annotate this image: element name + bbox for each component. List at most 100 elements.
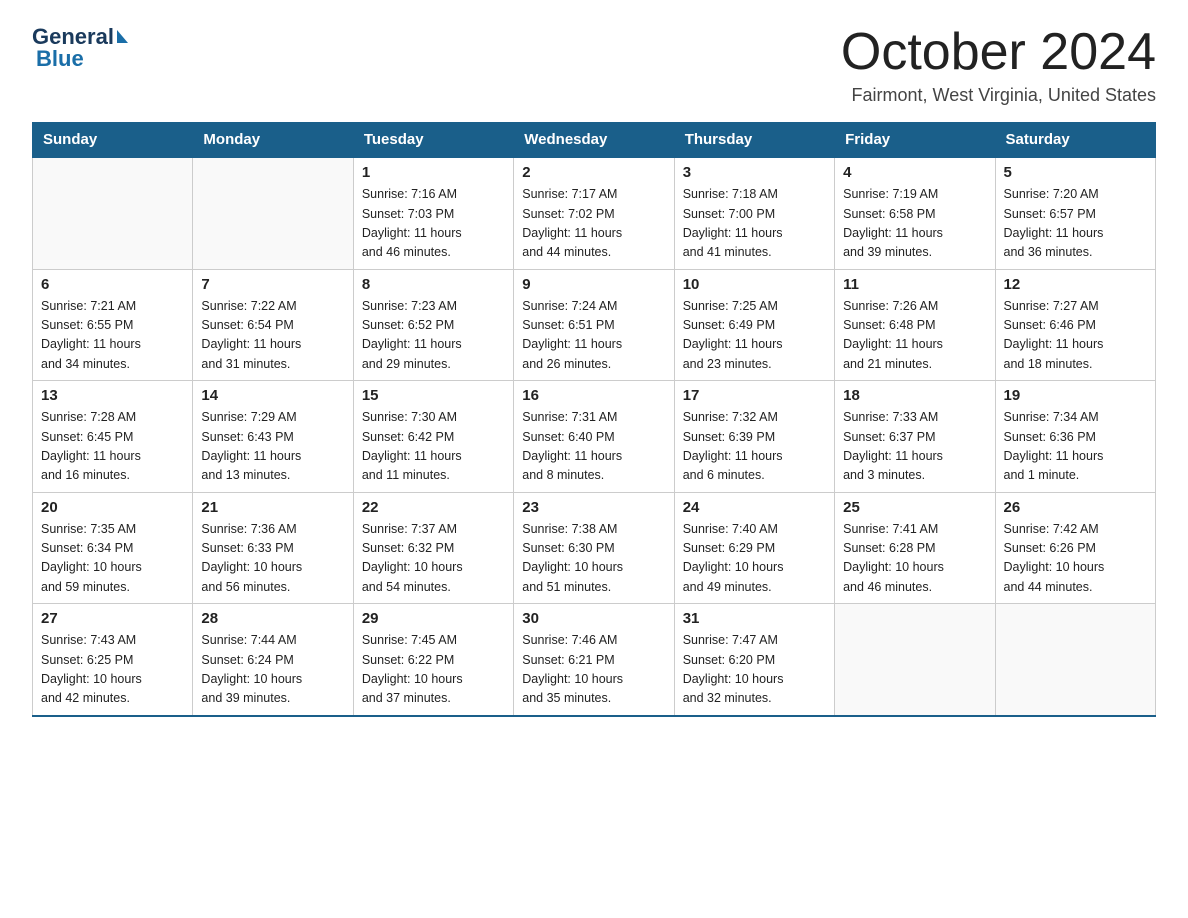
day-number: 25 (843, 499, 986, 516)
day-info: Sunrise: 7:47 AM Sunset: 6:20 PM Dayligh… (683, 631, 826, 709)
day-number: 24 (683, 499, 826, 516)
day-info: Sunrise: 7:37 AM Sunset: 6:32 PM Dayligh… (362, 520, 505, 598)
logo: General Blue (32, 24, 128, 72)
day-info: Sunrise: 7:32 AM Sunset: 6:39 PM Dayligh… (683, 408, 826, 486)
day-number: 28 (201, 610, 344, 627)
calendar-cell: 9Sunrise: 7:24 AM Sunset: 6:51 PM Daylig… (514, 269, 674, 381)
calendar-cell: 25 Sunrise: 7:41 AM Sunset: 6:28 PM Dayli… (835, 492, 995, 604)
day-info: Sunrise: 7:29 AM Sunset: 6:43 PM Dayligh… (201, 408, 344, 486)
day-info: Sunrise: 7:45 AM Sunset: 6:22 PM Dayligh… (362, 631, 505, 709)
calendar-cell: 2 Sunrise: 7:17 AM Sunset: 7:02 PM Daylig… (514, 157, 674, 269)
day-number: 30 (522, 610, 665, 627)
column-header-sunday: Sunday (33, 123, 193, 158)
day-number: 17 (683, 387, 826, 404)
column-header-monday: Monday (193, 123, 353, 158)
page-header: General Blue October 2024 Fairmont, West… (32, 24, 1156, 106)
calendar-header-row: SundayMondayTuesdayWednesdayThursdayFrid… (33, 123, 1156, 158)
day-number: 11 (843, 276, 986, 293)
day-number: 31 (683, 610, 826, 627)
day-info: Sunrise: 7:18 AM Sunset: 7:00 PM Dayligh… (683, 185, 826, 263)
calendar-cell: 7 Sunrise: 7:22 AM Sunset: 6:54 PM Daylig… (193, 269, 353, 381)
month-title: October 2024 (841, 24, 1156, 81)
column-header-friday: Friday (835, 123, 995, 158)
day-number: 1 (362, 164, 505, 181)
calendar-cell (835, 604, 995, 716)
calendar-week-row: 27Sunrise: 7:43 AM Sunset: 6:25 PM Dayli… (33, 604, 1156, 716)
day-info: Sunrise: 7:19 AM Sunset: 6:58 PM Dayligh… (843, 185, 986, 263)
title-area: October 2024 Fairmont, West Virginia, Un… (841, 24, 1156, 106)
calendar-week-row: 13 Sunrise: 7:28 AM Sunset: 6:45 PM Dayli… (33, 381, 1156, 493)
day-info: Sunrise: 7:33 AM Sunset: 6:37 PM Dayligh… (843, 408, 986, 486)
day-number: 7 (201, 276, 344, 293)
calendar-cell: 15Sunrise: 7:30 AM Sunset: 6:42 PM Dayli… (353, 381, 513, 493)
calendar-cell: 24 Sunrise: 7:40 AM Sunset: 6:29 PM Dayli… (674, 492, 834, 604)
day-number: 16 (522, 387, 665, 404)
day-info: Sunrise: 7:28 AM Sunset: 6:45 PM Dayligh… (41, 408, 184, 486)
day-number: 5 (1004, 164, 1147, 181)
calendar-cell: 22Sunrise: 7:37 AM Sunset: 6:32 PM Dayli… (353, 492, 513, 604)
column-header-wednesday: Wednesday (514, 123, 674, 158)
calendar-cell: 13 Sunrise: 7:28 AM Sunset: 6:45 PM Dayli… (33, 381, 193, 493)
column-header-tuesday: Tuesday (353, 123, 513, 158)
calendar-cell: 17 Sunrise: 7:32 AM Sunset: 6:39 PM Dayli… (674, 381, 834, 493)
day-info: Sunrise: 7:35 AM Sunset: 6:34 PM Dayligh… (41, 520, 184, 598)
calendar-cell: 21Sunrise: 7:36 AM Sunset: 6:33 PM Dayli… (193, 492, 353, 604)
day-info: Sunrise: 7:26 AM Sunset: 6:48 PM Dayligh… (843, 297, 986, 375)
day-number: 13 (41, 387, 184, 404)
day-number: 12 (1004, 276, 1147, 293)
day-info: Sunrise: 7:22 AM Sunset: 6:54 PM Dayligh… (201, 297, 344, 375)
logo-arrow-icon (117, 30, 128, 43)
logo-blue-text: Blue (36, 46, 84, 72)
calendar-cell: 16 Sunrise: 7:31 AM Sunset: 6:40 PM Dayli… (514, 381, 674, 493)
calendar-cell: 11 Sunrise: 7:26 AM Sunset: 6:48 PM Dayli… (835, 269, 995, 381)
day-info: Sunrise: 7:20 AM Sunset: 6:57 PM Dayligh… (1004, 185, 1147, 263)
day-number: 23 (522, 499, 665, 516)
calendar-cell (33, 157, 193, 269)
calendar-cell: 14 Sunrise: 7:29 AM Sunset: 6:43 PM Dayli… (193, 381, 353, 493)
day-number: 9 (522, 276, 665, 293)
calendar-week-row: 20 Sunrise: 7:35 AM Sunset: 6:34 PM Dayli… (33, 492, 1156, 604)
calendar-table: SundayMondayTuesdayWednesdayThursdayFrid… (32, 122, 1156, 717)
day-number: 6 (41, 276, 184, 293)
calendar-cell: 3 Sunrise: 7:18 AM Sunset: 7:00 PM Daylig… (674, 157, 834, 269)
day-info: Sunrise: 7:27 AM Sunset: 6:46 PM Dayligh… (1004, 297, 1147, 375)
day-info: Sunrise: 7:41 AM Sunset: 6:28 PM Dayligh… (843, 520, 986, 598)
day-number: 20 (41, 499, 184, 516)
day-info: Sunrise: 7:31 AM Sunset: 6:40 PM Dayligh… (522, 408, 665, 486)
day-info: Sunrise: 7:17 AM Sunset: 7:02 PM Dayligh… (522, 185, 665, 263)
calendar-cell: 5 Sunrise: 7:20 AM Sunset: 6:57 PM Daylig… (995, 157, 1155, 269)
calendar-cell: 29 Sunrise: 7:45 AM Sunset: 6:22 PM Dayli… (353, 604, 513, 716)
calendar-cell: 26 Sunrise: 7:42 AM Sunset: 6:26 PM Dayli… (995, 492, 1155, 604)
calendar-cell: 8Sunrise: 7:23 AM Sunset: 6:52 PM Daylig… (353, 269, 513, 381)
calendar-cell: 1Sunrise: 7:16 AM Sunset: 7:03 PM Daylig… (353, 157, 513, 269)
calendar-cell (995, 604, 1155, 716)
calendar-cell: 18 Sunrise: 7:33 AM Sunset: 6:37 PM Dayli… (835, 381, 995, 493)
calendar-cell: 19 Sunrise: 7:34 AM Sunset: 6:36 PM Dayli… (995, 381, 1155, 493)
day-number: 2 (522, 164, 665, 181)
day-info: Sunrise: 7:43 AM Sunset: 6:25 PM Dayligh… (41, 631, 184, 709)
day-number: 3 (683, 164, 826, 181)
calendar-cell: 12 Sunrise: 7:27 AM Sunset: 6:46 PM Dayli… (995, 269, 1155, 381)
day-number: 18 (843, 387, 986, 404)
day-number: 29 (362, 610, 505, 627)
day-info: Sunrise: 7:42 AM Sunset: 6:26 PM Dayligh… (1004, 520, 1147, 598)
day-info: Sunrise: 7:23 AM Sunset: 6:52 PM Dayligh… (362, 297, 505, 375)
day-info: Sunrise: 7:21 AM Sunset: 6:55 PM Dayligh… (41, 297, 184, 375)
day-info: Sunrise: 7:30 AM Sunset: 6:42 PM Dayligh… (362, 408, 505, 486)
calendar-cell: 23Sunrise: 7:38 AM Sunset: 6:30 PM Dayli… (514, 492, 674, 604)
day-info: Sunrise: 7:40 AM Sunset: 6:29 PM Dayligh… (683, 520, 826, 598)
calendar-cell: 30Sunrise: 7:46 AM Sunset: 6:21 PM Dayli… (514, 604, 674, 716)
day-number: 4 (843, 164, 986, 181)
day-number: 21 (201, 499, 344, 516)
column-header-thursday: Thursday (674, 123, 834, 158)
calendar-cell: 20 Sunrise: 7:35 AM Sunset: 6:34 PM Dayli… (33, 492, 193, 604)
day-info: Sunrise: 7:25 AM Sunset: 6:49 PM Dayligh… (683, 297, 826, 375)
day-number: 19 (1004, 387, 1147, 404)
calendar-cell: 4 Sunrise: 7:19 AM Sunset: 6:58 PM Daylig… (835, 157, 995, 269)
day-number: 10 (683, 276, 826, 293)
day-number: 26 (1004, 499, 1147, 516)
location: Fairmont, West Virginia, United States (841, 85, 1156, 106)
day-info: Sunrise: 7:34 AM Sunset: 6:36 PM Dayligh… (1004, 408, 1147, 486)
calendar-cell: 31 Sunrise: 7:47 AM Sunset: 6:20 PM Dayli… (674, 604, 834, 716)
day-number: 14 (201, 387, 344, 404)
